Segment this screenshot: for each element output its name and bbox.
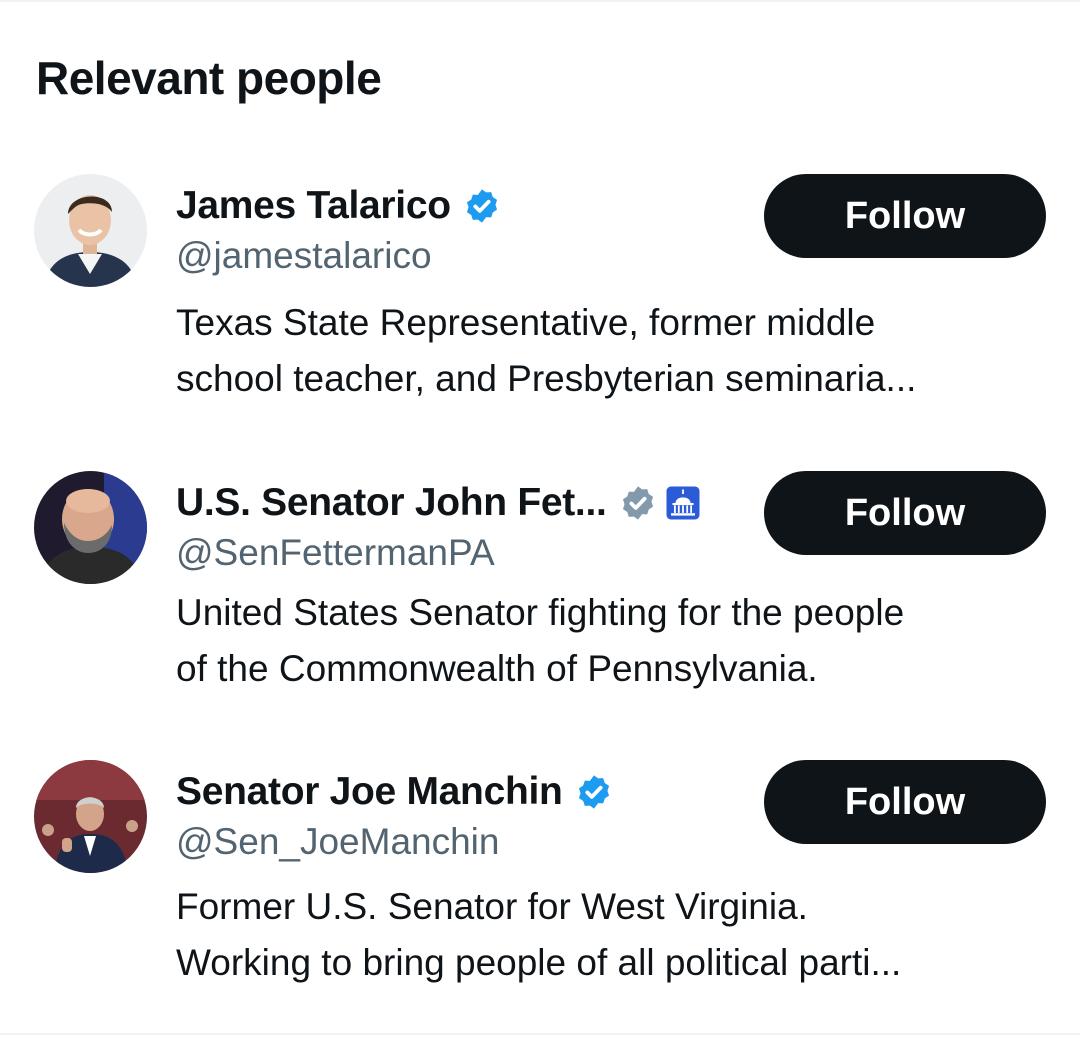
bio-line: Former U.S. Senator for West Virginia.	[176, 886, 808, 927]
person-card-joe-manchin[interactable]: Senator Joe Manchin @Sen_JoeManchin Form…	[0, 756, 1080, 1016]
avatar[interactable]	[34, 471, 147, 584]
bottom-divider	[0, 1033, 1080, 1035]
user-bio: Former U.S. Senator for West Virginia. W…	[176, 879, 1036, 991]
bio-line: Texas State Representative, former middl…	[176, 302, 876, 343]
display-name[interactable]: Senator Joe Manchin	[176, 770, 563, 814]
avatar[interactable]	[34, 174, 147, 287]
follow-button[interactable]: Follow	[764, 760, 1046, 844]
bio-line: of the Commonwealth of Pennsylvania.	[176, 648, 818, 689]
us-senate-capitol-icon[interactable]	[665, 485, 701, 521]
bio-line: United States Senator fighting for the p…	[176, 592, 905, 633]
user-handle: @SenFettermanPA	[176, 532, 495, 573]
avatar[interactable]	[34, 760, 147, 873]
name-row: James Talarico	[176, 181, 501, 231]
top-divider	[0, 0, 1080, 2]
follow-button[interactable]: Follow	[764, 174, 1046, 258]
display-name[interactable]: James Talarico	[176, 184, 451, 228]
user-handle: @jamestalarico	[176, 235, 432, 276]
verified-blue-icon[interactable]	[575, 773, 613, 811]
bio-line: Working to bring people of all political…	[176, 942, 902, 983]
verified-blue-icon[interactable]	[463, 187, 501, 225]
user-bio: Texas State Representative, former middl…	[176, 295, 1036, 407]
verified-gray-icon[interactable]	[619, 484, 657, 522]
user-bio: United States Senator fighting for the p…	[176, 585, 1036, 697]
person-card-james-talarico[interactable]: James Talarico @jamestalarico Texas Stat…	[0, 170, 1080, 430]
display-name[interactable]: U.S. Senator John Fet...	[176, 481, 607, 525]
user-handle: @Sen_JoeManchin	[176, 821, 500, 862]
follow-button[interactable]: Follow	[764, 471, 1046, 555]
bio-line: school teacher, and Presbyterian seminar…	[176, 358, 917, 399]
person-card-john-fetterman[interactable]: U.S. Senator John Fet... @SenFettermanPA…	[0, 467, 1080, 727]
name-row: U.S. Senator John Fet...	[176, 478, 701, 528]
name-row: Senator Joe Manchin	[176, 767, 613, 817]
section-title: Relevant people	[36, 52, 382, 104]
